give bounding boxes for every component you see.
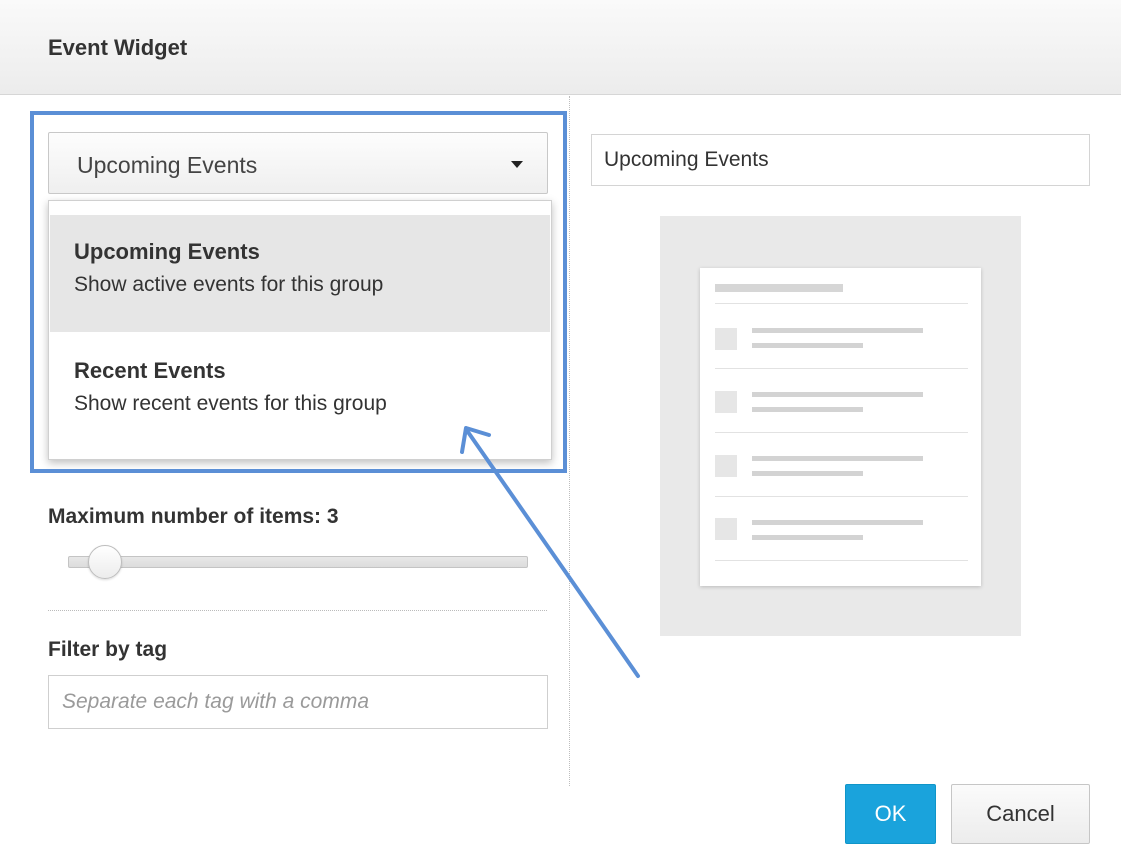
filter-tag-input[interactable] [48, 675, 548, 729]
preview-divider [715, 303, 968, 304]
preview-card [700, 268, 981, 586]
dialog-title: Event Widget [48, 35, 188, 60]
preview-thumbnail [715, 518, 737, 540]
preview-text-line [752, 392, 923, 397]
ok-button[interactable]: OK [845, 784, 936, 844]
preview-text-line [752, 471, 863, 476]
preview-text-line [752, 328, 923, 333]
preview-text-line [752, 343, 863, 348]
highlight-annotation [30, 111, 567, 473]
preview-text-line [752, 520, 923, 525]
dialog-header: Event Widget [0, 0, 1121, 95]
preview-divider [715, 368, 968, 369]
preview-thumbnail [715, 391, 737, 413]
preview-text-line [752, 407, 863, 412]
section-divider [48, 610, 547, 611]
max-items-slider-track[interactable] [68, 556, 528, 568]
max-items-label: Maximum number of items: 3 [48, 505, 339, 528]
preview-divider [715, 432, 968, 433]
preview-divider [715, 560, 968, 561]
preview-thumbnail [715, 328, 737, 350]
column-divider [569, 96, 570, 786]
filter-label: Filter by tag [48, 638, 168, 661]
cancel-button[interactable]: Cancel [951, 784, 1090, 844]
widget-title-input[interactable] [591, 134, 1090, 186]
preview-divider [715, 496, 968, 497]
preview-text-line [752, 535, 863, 540]
preview-title-placeholder [715, 284, 843, 292]
max-items-slider-handle[interactable] [88, 545, 122, 579]
preview-text-line [752, 456, 923, 461]
preview-thumbnail [715, 455, 737, 477]
